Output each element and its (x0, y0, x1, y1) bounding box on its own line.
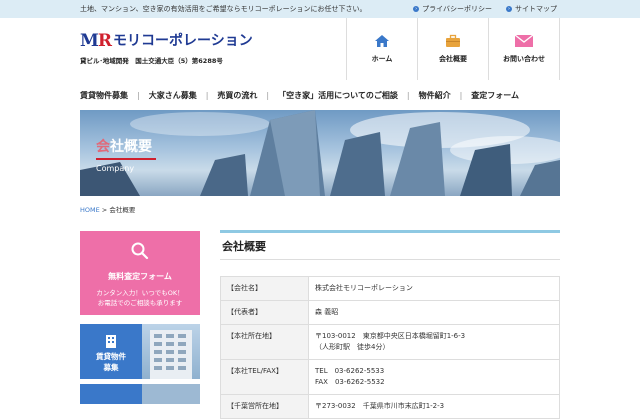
briefcase-icon (446, 34, 460, 47)
table-row: 【千葉営所在地】 〒273-0032 千葉県市川市末広町1-2-3 (220, 394, 560, 419)
row-value: 森 義昭 (308, 300, 560, 325)
sitemap-link[interactable]: › サイトマップ (506, 4, 557, 14)
gnav-owner-recruit[interactable]: 大家さん募集 (149, 90, 197, 101)
hero-title: 会社概要 (96, 139, 152, 155)
table-row: 【本社TEL/FAX】 TEL 03-6262-5533 FAX 03-6262-… (220, 359, 560, 395)
mail-icon (514, 34, 534, 47)
company-info-table: 【会社名】 株式会社モリコーポレーション 【代表者】 森 義昭 【本社所在地】 … (220, 276, 560, 419)
building-icon (106, 335, 116, 348)
site-logo[interactable]: MR モリコーポレーション 貸ビル･地域開発 国土交通大臣（5）第6288号 (80, 31, 253, 66)
logo-name: モリコーポレーション (112, 33, 253, 49)
hero-banner: 会社概要 Company (80, 110, 560, 196)
free-appraisal-banner[interactable]: 無料査定フォーム カンタン入力！いつでもOK！ お電話でのご相談も承ります (80, 231, 200, 315)
table-row: 【代表者】 森 義昭 (220, 300, 560, 325)
search-icon (131, 242, 149, 260)
row-value: TEL 03-6262-5533 FAX 03-6262-5532 (308, 359, 560, 395)
privacy-policy-link[interactable]: › プライバシーポリシー (413, 4, 492, 14)
row-key: 【代表者】 (220, 300, 309, 325)
nav-divider: | (406, 90, 410, 100)
home-icon (375, 35, 389, 47)
arrow-right-icon: › (506, 6, 512, 12)
appraisal-title: 無料査定フォーム (108, 272, 172, 281)
site-tagline: 土地、マンション、空き家の有効活用をご希望ならモリコーポレーションにお任せ下さい… (80, 5, 367, 13)
hero-underline (96, 158, 156, 160)
row-value: 〒273-0032 千葉県市川市末広町1-2-3 (308, 394, 560, 419)
top-links: › プライバシーポリシー › サイトマップ (413, 4, 557, 14)
skyline-image (80, 110, 560, 196)
header-nav-company[interactable]: 会社概要 (418, 18, 489, 80)
page-title: 会社概要 (220, 230, 560, 260)
breadcrumb-home[interactable]: HOME (80, 206, 100, 214)
header-nav-home[interactable]: ホーム (347, 18, 418, 80)
table-row: 【会社名】 株式会社モリコーポレーション (220, 276, 560, 301)
row-value: 株式会社モリコーポレーション (308, 276, 560, 301)
nav-divider: | (137, 90, 140, 100)
breadcrumb: HOME > 会社概要 (80, 206, 136, 214)
appraisal-note: カンタン入力！いつでもOK！ お電話でのご相談も承ります (96, 289, 184, 307)
row-key: 【会社名】 (220, 276, 309, 301)
rent-listing-label: 賃貸物件 募集 (80, 324, 142, 379)
row-key: 【本社TEL/FAX】 (220, 359, 309, 395)
nav-divider: | (459, 90, 463, 100)
table-row: 【本社所在地】 〒103-0012 東京都中央区日本橋堀留町1-6-3 （人形町駅… (220, 324, 560, 360)
apartment-photo (142, 324, 200, 379)
row-key: 【千葉営所在地】 (220, 394, 309, 419)
row-value: 〒103-0012 東京都中央区日本橋堀留町1-6-3 （人形町駅 徒歩4分） (308, 324, 560, 360)
gnav-sales-flow[interactable]: 売買の流れ (217, 90, 257, 101)
top-bar: 土地、マンション、空き家の有効活用をご希望ならモリコーポレーションにお任せ下さい… (0, 0, 640, 18)
license-text: 貸ビル･地域開発 国土交通大臣（5）第6288号 (80, 57, 223, 65)
next-side-banner[interactable] (80, 384, 200, 404)
gnav-properties[interactable]: 物件紹介 (419, 90, 451, 101)
header-nav-contact[interactable]: お問い合わせ (489, 18, 560, 80)
row-key: 【本社所在地】 (220, 324, 309, 360)
global-nav: 賃貸物件募集 | 大家さん募集 | 売買の流れ | 「空き家」活用についてのご相… (80, 86, 560, 104)
gnav-appraisal-form[interactable]: 査定フォーム (471, 90, 519, 101)
nav-divider: | (266, 90, 270, 100)
nav-divider: | (205, 90, 209, 100)
arrow-right-icon: › (413, 6, 420, 12)
hero-subtitle: Company (96, 164, 135, 173)
rent-listing-banner[interactable]: 賃貸物件 募集 (80, 324, 200, 379)
breadcrumb-current: 会社概要 (109, 206, 136, 214)
gnav-vacant-house[interactable]: 「空き家」活用についてのご相談 (278, 90, 398, 101)
main-content: 会社概要 【会社名】 株式会社モリコーポレーション 【代表者】 森 義昭 【本社… (220, 230, 560, 419)
logo-mark: MR (80, 31, 112, 51)
gnav-rent-listing[interactable]: 賃貸物件募集 (80, 90, 128, 101)
header-nav: ホーム 会社概要 お問い合わせ (346, 18, 560, 80)
